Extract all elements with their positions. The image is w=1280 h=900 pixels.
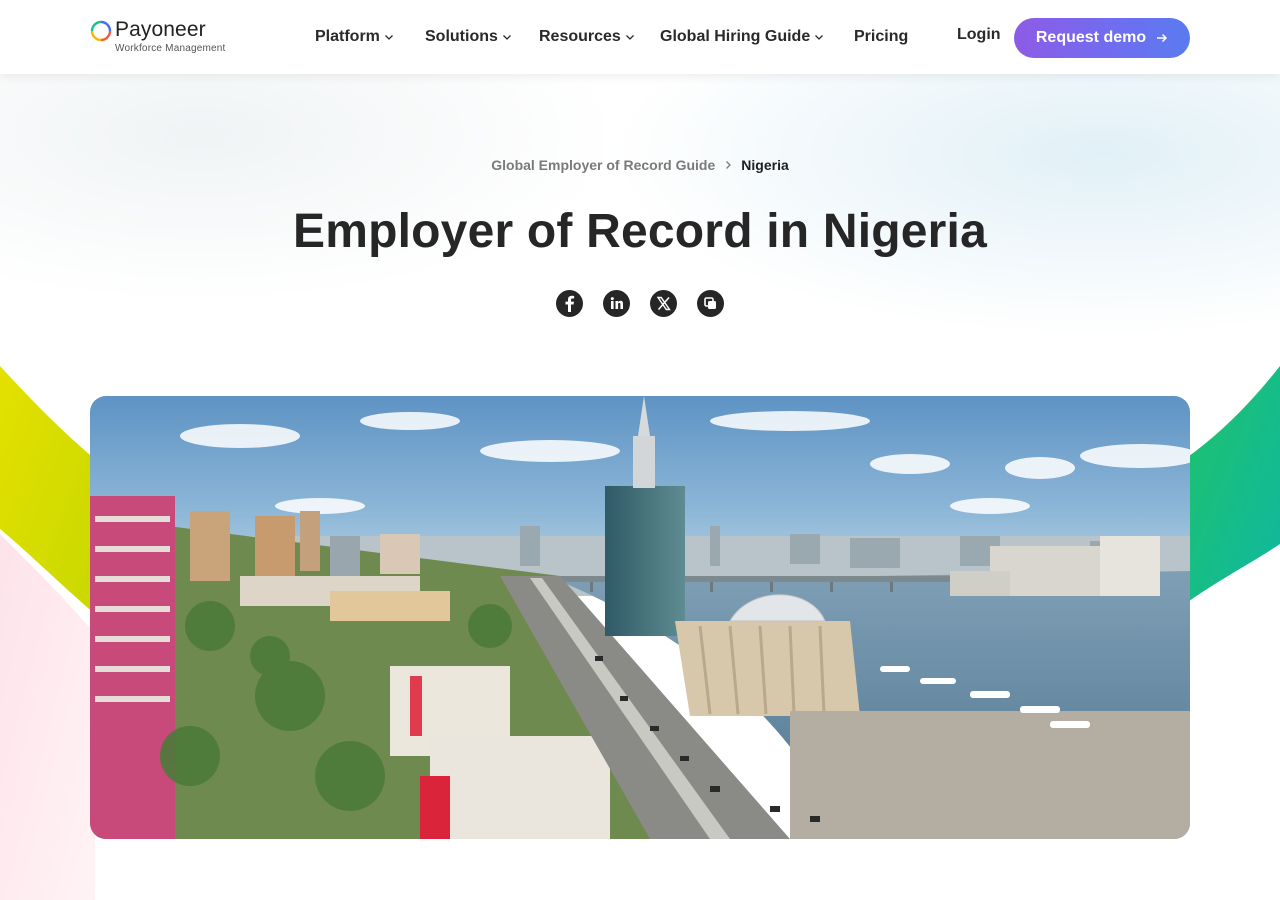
brand-subtitle: Workforce Management bbox=[115, 43, 226, 54]
copy-link-icon bbox=[704, 297, 716, 309]
facebook-icon bbox=[565, 295, 575, 312]
nav-pricing[interactable]: Pricing bbox=[854, 26, 908, 48]
chevron-down-icon bbox=[384, 35, 393, 40]
breadcrumb-current: Nigeria bbox=[741, 157, 789, 173]
city-illustration bbox=[90, 396, 1190, 839]
request-demo-label: Request demo bbox=[1035, 29, 1147, 46]
x-twitter-icon bbox=[656, 296, 671, 311]
share-linkedin-button[interactable] bbox=[603, 290, 630, 317]
share-facebook-button[interactable] bbox=[556, 290, 583, 317]
chevron-down-icon bbox=[815, 35, 824, 40]
nav-pricing-label: Pricing bbox=[854, 28, 909, 45]
nav-solutions-label: Solutions bbox=[425, 28, 498, 45]
payoneer-ring-icon bbox=[90, 20, 112, 42]
nav-solutions[interactable]: Solutions bbox=[425, 26, 512, 48]
nav-global-hiring-guide-label: Global Hiring Guide bbox=[660, 28, 811, 45]
chevron-down-icon bbox=[502, 35, 511, 40]
nav-resources[interactable]: Resources bbox=[539, 26, 635, 48]
arrow-right-icon bbox=[1157, 33, 1168, 43]
nav-platform[interactable]: Platform bbox=[315, 26, 394, 48]
breadcrumb-parent-link[interactable]: Global Employer of Record Guide bbox=[491, 157, 715, 173]
hero-image-lagos-skyline bbox=[90, 396, 1190, 839]
linkedin-icon bbox=[610, 297, 623, 309]
chevron-down-icon bbox=[625, 35, 634, 40]
payoneer-logo[interactable]: Payoneer Workforce Management bbox=[90, 18, 230, 59]
chevron-right-icon bbox=[726, 161, 732, 169]
share-x-button[interactable] bbox=[650, 290, 677, 317]
site-header: Payoneer Workforce Management Platform S… bbox=[0, 0, 1280, 74]
nav-platform-label: Platform bbox=[315, 28, 380, 45]
nav-global-hiring-guide[interactable]: Global Hiring Guide bbox=[660, 26, 824, 48]
copy-link-button[interactable] bbox=[697, 290, 724, 317]
nav-resources-label: Resources bbox=[539, 28, 621, 45]
request-demo-button[interactable]: Request demo bbox=[1014, 18, 1190, 58]
brand-name: Payoneer bbox=[115, 18, 206, 41]
share-buttons bbox=[556, 290, 726, 317]
breadcrumb: Global Employer of Record Guide Nigeria bbox=[0, 157, 1280, 173]
login-link[interactable]: Login bbox=[957, 26, 1001, 44]
page-title: Employer of Record in Nigeria bbox=[293, 205, 987, 258]
